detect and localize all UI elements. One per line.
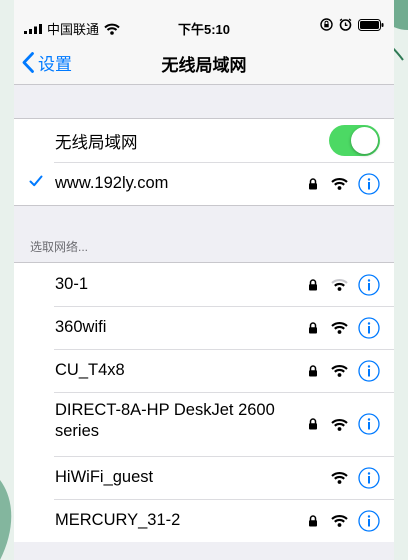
wlan-group: 无线局域网 www.192ly.com	[14, 118, 394, 206]
network-status-icons	[307, 162, 380, 205]
lock-icon	[307, 177, 319, 190]
wlan-toggle-switch[interactable]	[329, 125, 380, 156]
network-status-icons	[307, 263, 380, 306]
lock-icon	[307, 514, 319, 527]
wifi-signal-icon	[331, 364, 348, 377]
network-name: HiWiFi_guest	[55, 468, 154, 486]
network-status-icons	[307, 306, 380, 349]
wifi-signal-icon	[331, 514, 348, 527]
info-icon[interactable]	[358, 316, 380, 339]
section-header-choose-network: 选取网络...	[30, 240, 89, 254]
network-name: CU_T4x8	[55, 361, 125, 379]
page-title: 无线局域网	[161, 56, 247, 75]
network-name: MERCURY_31-2	[55, 511, 181, 529]
lock-icon	[307, 321, 319, 334]
connected-network-row[interactable]: www.192ly.com	[14, 162, 394, 205]
wifi-signal-weak-icon	[331, 278, 348, 291]
network-status-icons	[307, 392, 380, 456]
network-status-icons	[307, 499, 380, 542]
settings-screen: 中国联通 下午5:10 设置 无线局域网 无线局域网 www.192ly.com…	[14, 0, 394, 560]
navigation-bar: 设置 无线局域网	[14, 40, 394, 85]
network-row[interactable]: DIRECT-8A-HP DeskJet 2600 series	[14, 392, 394, 456]
network-row[interactable]: MERCURY_31-2	[14, 499, 394, 542]
network-row[interactable]: CU_T4x8	[14, 349, 394, 392]
network-name: 360wifi	[55, 318, 107, 336]
lock-rotation-icon	[320, 18, 333, 31]
wifi-signal-icon	[331, 321, 348, 334]
status-bar: 中国联通 下午5:10	[14, 0, 394, 40]
lock-icon	[307, 418, 319, 430]
wifi-signal-icon	[331, 418, 348, 431]
info-icon[interactable]	[358, 172, 380, 195]
lock-icon	[307, 364, 319, 377]
info-icon[interactable]	[358, 413, 380, 435]
wifi-signal-icon	[331, 177, 348, 190]
battery-icon	[358, 18, 384, 31]
connected-network-name: www.192ly.com	[55, 174, 169, 192]
network-name: DIRECT-8A-HP DeskJet 2600 series	[55, 400, 275, 442]
network-status-icons	[307, 349, 380, 392]
checkmark-icon	[29, 175, 43, 187]
network-status-icons	[331, 456, 380, 499]
alarm-icon	[339, 18, 352, 31]
network-row[interactable]: 30-1	[14, 263, 394, 306]
network-row[interactable]: HiWiFi_guest	[14, 456, 394, 499]
toggle-knob	[351, 127, 378, 154]
network-name-line1: DIRECT-8A-HP DeskJet 2600	[55, 401, 275, 419]
lock-icon	[307, 278, 319, 291]
status-bar-right	[320, 18, 384, 31]
network-row[interactable]: 360wifi	[14, 306, 394, 349]
info-icon[interactable]	[358, 466, 380, 489]
info-icon[interactable]	[358, 509, 380, 532]
wlan-toggle-row: 无线局域网	[14, 119, 394, 162]
network-name-line2: series	[55, 422, 100, 440]
wifi-signal-icon	[331, 471, 348, 484]
info-icon[interactable]	[358, 273, 380, 296]
network-list: 30-1 360wifi CU_T4x8 DIRECT-8A-HP DeskJe…	[14, 262, 394, 542]
info-icon[interactable]	[358, 359, 380, 382]
wlan-toggle-label: 无线局域网	[55, 133, 138, 152]
network-name: 30-1	[55, 275, 89, 293]
